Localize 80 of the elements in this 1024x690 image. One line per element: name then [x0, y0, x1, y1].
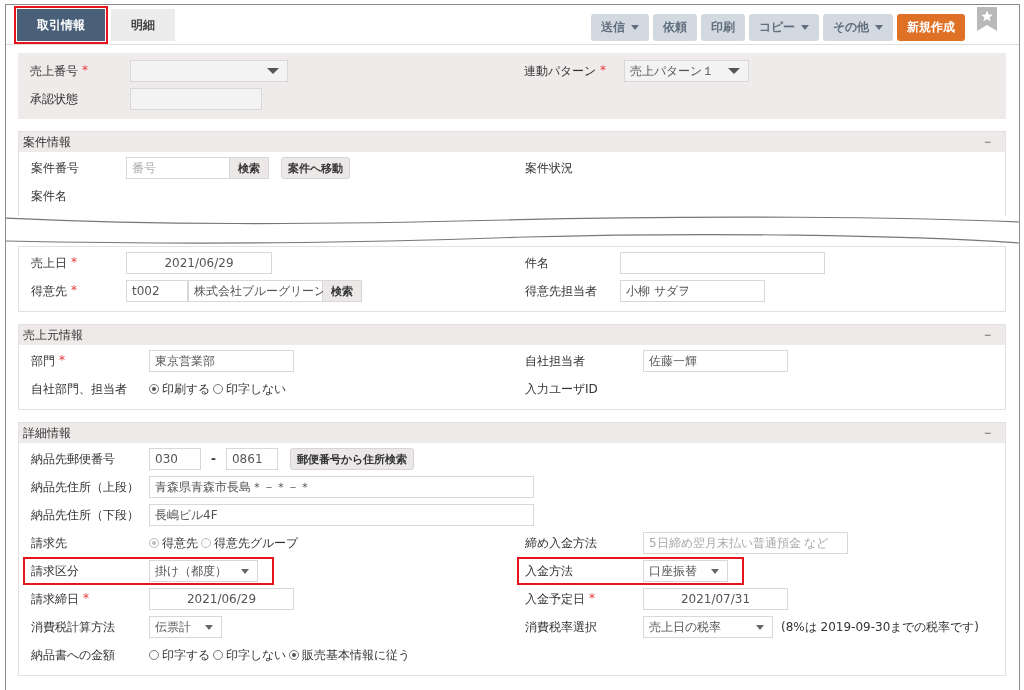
field-label: 入力ユーザID — [525, 380, 598, 398]
field-label: 案件名 — [31, 187, 67, 205]
field-label: 請求締日 — [31, 590, 79, 608]
field-label: 案件状況 — [525, 159, 573, 177]
option-label: 印刷する — [162, 380, 210, 398]
action-button[interactable]: 郵便番号から住所検索 — [290, 448, 414, 470]
option-label: 印字しない — [226, 646, 286, 664]
input-field[interactable]: 030 — [149, 448, 201, 470]
field-label: 請求先 — [31, 534, 67, 552]
section-title: 案件情報 — [23, 133, 71, 151]
required-mark: * — [82, 62, 88, 79]
collapse-button[interactable]: − — [974, 329, 1001, 341]
option-label: 得意先グループ — [214, 534, 298, 552]
section-title: 詳細情報 — [23, 424, 71, 442]
bookmark-star-icon[interactable] — [977, 7, 997, 31]
field-label: 締め入金方法 — [525, 534, 597, 552]
select-field[interactable]: 口座振替 — [643, 560, 728, 582]
required-mark: * — [600, 62, 606, 79]
field-label: 得意先担当者 — [525, 282, 597, 300]
field-label: 消費税率選択 — [525, 618, 597, 636]
field-label: 入金方法 — [525, 562, 573, 580]
required-mark: * — [83, 590, 89, 607]
field-label: 自社担当者 — [525, 352, 585, 370]
input-field[interactable]: 青森県青森市長島＊－＊－＊ — [149, 476, 534, 498]
input-field[interactable]: 佐藤一輝 — [643, 350, 788, 372]
field-label: 売上日 — [31, 254, 67, 272]
select-field[interactable]: 伝票計 — [149, 616, 222, 638]
section-title: 売上元情報 — [23, 326, 83, 344]
field-label: 承認状態 — [30, 90, 78, 108]
select-field[interactable]: 売上パターン１ — [624, 60, 749, 82]
field-label: 消費税計算方法 — [31, 618, 115, 636]
field-label: 自社部門、担当者 — [31, 380, 127, 398]
date-field[interactable]: 2021/07/31 — [643, 588, 788, 610]
field-label: 請求区分 — [31, 562, 79, 580]
search-button[interactable]: 検索 — [323, 280, 362, 302]
search-button[interactable]: 検索 — [230, 157, 269, 179]
collapse-button[interactable]: − — [974, 136, 1001, 148]
input-field[interactable]: t002 — [126, 280, 188, 302]
option-label: 販売基本情報に従う — [302, 646, 410, 664]
required-mark: * — [71, 282, 77, 299]
note-text: (8%は 2019-09-30までの税率です) — [781, 618, 979, 636]
date-field[interactable]: 2021/06/29 — [126, 252, 272, 274]
field-label: 入金予定日 — [525, 590, 585, 608]
input-field[interactable]: 0861 — [226, 448, 278, 470]
field-label: 売上番号 — [30, 62, 78, 80]
field-label: 納品書への金額 — [31, 646, 115, 664]
caret-icon — [205, 624, 213, 630]
field-label: 納品先郵便番号 — [31, 450, 115, 468]
caret-icon — [711, 568, 719, 574]
field-label: 案件番号 — [31, 159, 79, 177]
field-label: 納品先住所（上段） — [31, 478, 139, 496]
collapse-button[interactable]: − — [974, 427, 1001, 439]
select-field[interactable] — [130, 60, 288, 82]
tab[interactable]: 取引情報 — [17, 9, 105, 41]
field-label: 得意先 — [31, 282, 67, 300]
field-label: 連動パターン — [524, 62, 596, 80]
select-field[interactable]: 掛け（都度） — [149, 560, 258, 582]
caret-icon — [728, 68, 740, 74]
action-button[interactable]: 案件へ移動 — [281, 157, 350, 179]
field-label: 納品先住所（下段） — [31, 506, 139, 524]
option-label: 印字しない — [226, 380, 286, 398]
caret-icon — [267, 68, 279, 74]
field-label: 件名 — [525, 254, 549, 272]
input-field[interactable]: 東京営業部 — [149, 350, 294, 372]
required-mark: * — [589, 590, 595, 607]
tab[interactable]: 明細 — [111, 9, 175, 41]
input-field[interactable] — [620, 252, 825, 274]
field-label: 部門 — [31, 352, 55, 370]
input-field[interactable] — [130, 88, 262, 110]
input-field[interactable]: 長嶋ビル4F — [149, 504, 534, 526]
option-label: 印字する — [162, 646, 210, 664]
input-field[interactable]: 小柳 サダヲ — [620, 280, 765, 302]
caret-icon — [756, 624, 764, 630]
required-mark: * — [71, 254, 77, 271]
separator-text: - — [211, 452, 216, 466]
date-field[interactable]: 2021/06/29 — [149, 588, 294, 610]
required-mark: * — [59, 352, 65, 369]
select-field[interactable]: 売上日の税率 — [643, 616, 773, 638]
caret-icon — [241, 568, 249, 574]
option-label: 得意先 — [162, 534, 198, 552]
